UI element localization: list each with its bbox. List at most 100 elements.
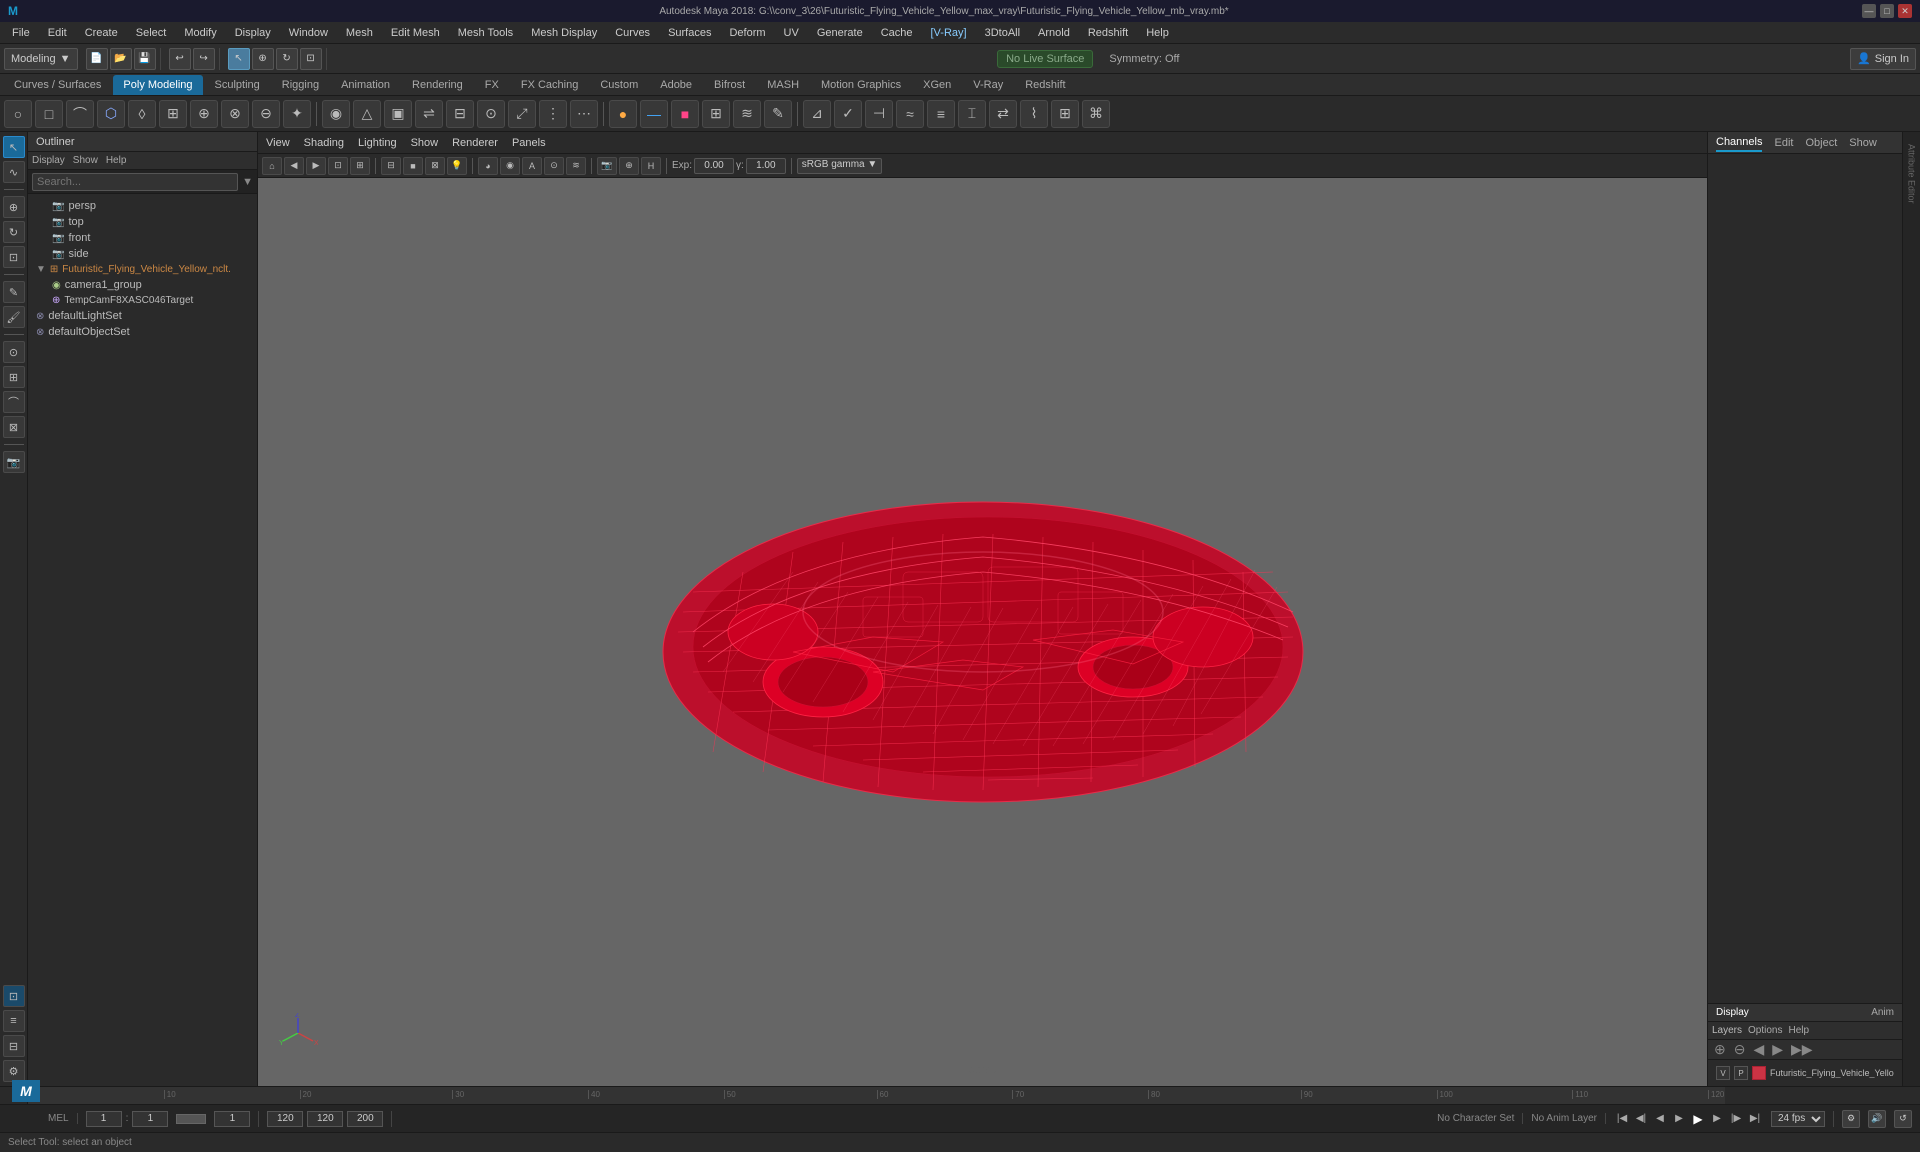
vp-solid-btn[interactable]: ■ — [403, 157, 423, 175]
shelf-icon-curve[interactable]: ⌒ — [66, 100, 94, 128]
tab-poly-modeling[interactable]: Poly Modeling — [113, 75, 202, 95]
rotate-btn[interactable]: ↻ — [276, 48, 298, 70]
shelf-icon-bevel[interactable]: ◊ — [128, 100, 156, 128]
move-tool[interactable]: ⊕ — [3, 196, 25, 218]
menu-mesh-display[interactable]: Mesh Display — [523, 25, 605, 41]
gamma-dropdown[interactable]: sRGB gamma ▼ — [797, 158, 882, 174]
tab-animation[interactable]: Animation — [331, 75, 400, 95]
vp-texture-btn[interactable]: ⊠ — [425, 157, 445, 175]
vp-motion-blur-btn[interactable]: ≋ — [566, 157, 586, 175]
menu-cache[interactable]: Cache — [873, 25, 921, 41]
layer-item-mesh[interactable]: V P Futuristic_Flying_Vehicle_Yello — [1712, 1064, 1898, 1082]
tab-rigging[interactable]: Rigging — [272, 75, 329, 95]
shelf-icon-fill[interactable]: ⊟ — [446, 100, 474, 128]
rotate-tool[interactable]: ↻ — [3, 221, 25, 243]
layer-sub-options[interactable]: Options — [1748, 1025, 1782, 1036]
pb-next-frame[interactable]: ▶ — [1709, 1111, 1725, 1127]
new-btn[interactable]: 📄 — [86, 48, 108, 70]
tab-motion-graphics[interactable]: Motion Graphics — [811, 75, 911, 95]
menu-curves[interactable]: Curves — [607, 25, 658, 41]
shelf-icon-cube[interactable]: □ — [35, 100, 63, 128]
shelf-icon-slide[interactable]: ⤢ — [508, 100, 536, 128]
vt-panels[interactable]: Panels — [508, 137, 550, 149]
shelf-icon-wrap[interactable]: ⌘ — [1082, 100, 1110, 128]
tab-custom[interactable]: Custom — [590, 75, 648, 95]
shelf-icon-harden[interactable]: ≡ — [927, 100, 955, 128]
menu-edit-mesh[interactable]: Edit Mesh — [383, 25, 448, 41]
layer-prev-btn[interactable]: ◀ — [1751, 1041, 1766, 1058]
shelf-icon-sphere[interactable]: ○ — [4, 100, 32, 128]
vp-dof-btn[interactable]: ⊙ — [544, 157, 564, 175]
redo-btn[interactable]: ↪ — [193, 48, 215, 70]
menu-3dtoall[interactable]: 3DtoAll — [977, 25, 1028, 41]
shelf-icon-cleanup[interactable]: ✓ — [834, 100, 862, 128]
shelf-icon-merge[interactable]: ⊖ — [252, 100, 280, 128]
fps-dropdown[interactable]: 24 fps — [1771, 1111, 1825, 1127]
menu-uv[interactable]: UV — [776, 25, 807, 41]
shelf-icon-smooth[interactable]: ◉ — [322, 100, 350, 128]
search-input[interactable] — [32, 173, 238, 191]
menu-create[interactable]: Create — [77, 25, 126, 41]
menu-help[interactable]: Help — [1138, 25, 1177, 41]
shelf-icon-uv[interactable]: ⊞ — [702, 100, 730, 128]
vp-all-btn[interactable]: ⊞ — [350, 157, 370, 175]
outliner-item-camera-group[interactable]: ◉ camera1_group — [28, 277, 257, 293]
menu-redshift[interactable]: Redshift — [1080, 25, 1136, 41]
snap-view[interactable]: ⊠ — [3, 416, 25, 438]
select-btn[interactable]: ↖ — [228, 48, 250, 70]
vp-shadow-btn[interactable]: ◕ — [478, 157, 498, 175]
paint-skin-tool[interactable]: 🖌 — [3, 306, 25, 328]
menu-mesh[interactable]: Mesh — [338, 25, 381, 41]
vt-lighting[interactable]: Lighting — [354, 137, 401, 149]
vp-aa-btn[interactable]: A — [522, 157, 542, 175]
shelf-icon-deform[interactable]: ⌇ — [1020, 100, 1048, 128]
shelf-icon-mirror[interactable]: ⇌ — [415, 100, 443, 128]
undo-btn[interactable]: ↩ — [169, 48, 191, 70]
vp-isolate-btn[interactable]: ⊕ — [619, 157, 639, 175]
layer-tab-anim[interactable]: Anim — [1871, 1007, 1894, 1018]
vp-prev-btn[interactable]: ◀ — [284, 157, 304, 175]
tab-edit[interactable]: Edit — [1774, 135, 1793, 151]
snap-grid[interactable]: ⊞ — [3, 366, 25, 388]
tab-bifrost[interactable]: Bifrost — [704, 75, 755, 95]
close-btn[interactable]: ✕ — [1898, 4, 1912, 18]
scale-tool[interactable]: ⊡ — [3, 246, 25, 268]
loop-toggle[interactable]: ↺ — [1894, 1110, 1912, 1128]
vt-shading[interactable]: Shading — [300, 137, 348, 149]
tab-channels[interactable]: Channels — [1716, 134, 1762, 152]
pb-next-key[interactable]: |▶ — [1728, 1111, 1744, 1127]
tab-redshift[interactable]: Redshift — [1015, 75, 1075, 95]
shelf-icon-boolean[interactable]: ⊗ — [221, 100, 249, 128]
channel-box-toggle[interactable]: ⊡ — [3, 985, 25, 1007]
open-btn[interactable]: 📂 — [110, 48, 132, 70]
max-time[interactable] — [347, 1111, 383, 1127]
tab-fx[interactable]: FX — [475, 75, 509, 95]
move-btn[interactable]: ⊕ — [252, 48, 274, 70]
playback-settings[interactable]: ⚙ — [1842, 1110, 1860, 1128]
menu-window[interactable]: Window — [281, 25, 336, 41]
tab-mash[interactable]: MASH — [757, 75, 809, 95]
tab-vray[interactable]: V-Ray — [963, 75, 1013, 95]
menu-arnold[interactable]: Arnold — [1030, 25, 1078, 41]
timeline-ruler[interactable]: 1 10 20 30 40 50 60 70 80 90 100 110 120 — [28, 1087, 1725, 1104]
menu-file[interactable]: File — [4, 25, 38, 41]
frame-input[interactable] — [86, 1111, 122, 1127]
audio-toggle[interactable]: 🔊 — [1868, 1110, 1886, 1128]
pb-play-forward[interactable]: ▶ — [1690, 1111, 1706, 1127]
layer-del-btn[interactable]: ⊖ — [1732, 1041, 1748, 1058]
exposure-input[interactable] — [694, 158, 734, 174]
menu-surfaces[interactable]: Surfaces — [660, 25, 719, 41]
shelf-icon-soften[interactable]: ≈ — [896, 100, 924, 128]
layer-next-btn[interactable]: ▶ — [1770, 1041, 1785, 1058]
menu-deform[interactable]: Deform — [721, 25, 773, 41]
shelf-icon-soft-select[interactable]: ≋ — [733, 100, 761, 128]
shelf-icon-quad[interactable]: ▣ — [384, 100, 412, 128]
vp-fit-btn[interactable]: ⊡ — [328, 157, 348, 175]
snap-point[interactable]: ⊙ — [3, 341, 25, 363]
tab-sculpting[interactable]: Sculpting — [205, 75, 270, 95]
vp-next-btn[interactable]: ▶ — [306, 157, 326, 175]
shelf-icon-vertex[interactable]: ● — [609, 100, 637, 128]
shelf-icon-face[interactable]: ■ — [671, 100, 699, 128]
ol-menu-help[interactable]: Help — [106, 155, 127, 166]
3d-viewport[interactable]: persp X Y Z — [258, 178, 1707, 1086]
